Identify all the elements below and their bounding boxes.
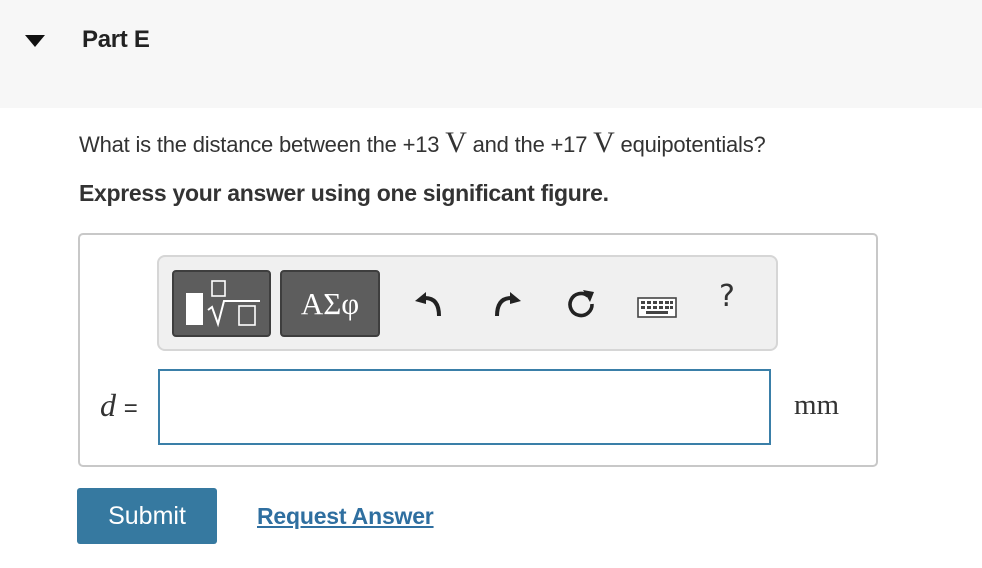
collapse-triangle-icon[interactable] bbox=[24, 34, 46, 48]
redo-icon[interactable] bbox=[492, 289, 524, 319]
reset-icon[interactable] bbox=[565, 287, 599, 321]
answer-unit: mm bbox=[794, 389, 840, 421]
keyboard-icon[interactable] bbox=[637, 295, 677, 319]
question-suffix: equipotentials? bbox=[614, 132, 766, 157]
template-button[interactable] bbox=[172, 270, 271, 337]
greek-symbols-button[interactable]: ΑΣφ bbox=[280, 270, 380, 337]
unit-symbol-volt-1: V bbox=[445, 126, 467, 159]
help-button[interactable]: ? bbox=[719, 279, 735, 314]
undo-icon[interactable] bbox=[412, 289, 444, 319]
math-toolbar: ΑΣφ ? bbox=[157, 255, 778, 351]
unit-symbol-volt-2: V bbox=[593, 126, 615, 159]
answer-variable-label: d = bbox=[100, 387, 138, 424]
equals-sign: = bbox=[123, 395, 138, 422]
variable-symbol: d bbox=[100, 387, 116, 423]
answer-instruction: Express your answer using one significan… bbox=[79, 180, 609, 206]
part-header: Part E bbox=[0, 0, 982, 108]
question-text: What is the distance between the +13 V a… bbox=[79, 126, 766, 160]
template-sqrt-icon bbox=[186, 280, 260, 328]
request-answer-link[interactable]: Request Answer bbox=[257, 503, 434, 530]
question-prefix: What is the distance between the +13 bbox=[79, 132, 446, 157]
answer-input[interactable] bbox=[158, 369, 771, 445]
question-middle: and the +17 bbox=[466, 132, 594, 157]
submit-button[interactable]: Submit bbox=[77, 488, 217, 544]
part-title: Part E bbox=[82, 26, 150, 53]
answer-box: ΑΣφ ? d = mm bbox=[78, 233, 878, 467]
